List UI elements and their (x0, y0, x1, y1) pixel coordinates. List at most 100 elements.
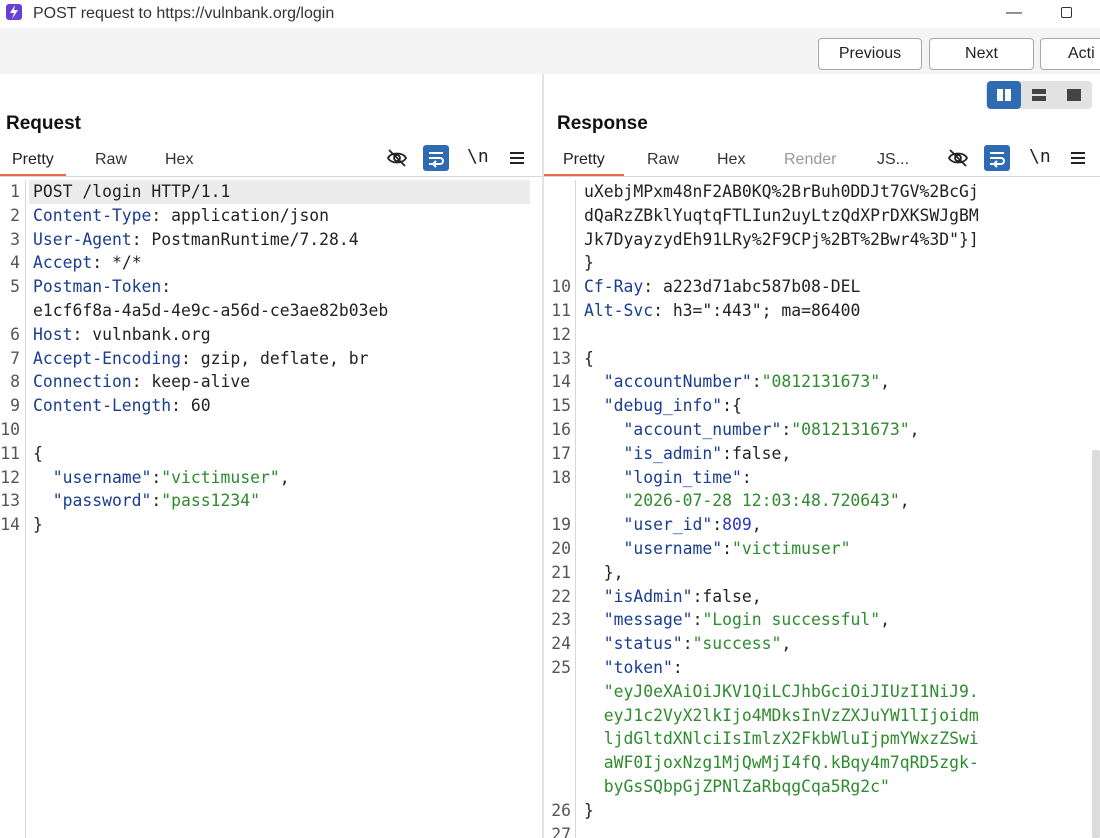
line-number (544, 680, 571, 704)
line-number (544, 775, 571, 799)
newline-toggle[interactable]: \n (1029, 146, 1051, 167)
word-wrap-icon[interactable] (423, 145, 449, 171)
hide-eye-icon[interactable] (384, 145, 410, 171)
request-tab-hex[interactable]: Hex (165, 147, 193, 177)
code-token: eyJ1c2VyX2lkIjo4MDksInVzZXJuYW1lIjoidm (584, 706, 979, 725)
code-token: "0812131673" (761, 372, 881, 391)
code-line: eyJ1c2VyX2lkIjo4MDksInVzZXJuYW1lIjoidm (584, 704, 979, 728)
line-number (544, 251, 571, 275)
code-token: "token" (584, 658, 673, 677)
line-number (544, 204, 571, 228)
code-token: "accountNumber" (584, 372, 752, 391)
response-editor[interactable]: uXebjMPxm48nF2AB0KQ%2BrBuh0DDJt7GV%2BcGj… (544, 180, 1100, 838)
code-token: aWF0IjoxNzg1MjQwMjI4fQ.kBqy4m7qRD5zgk- (584, 753, 979, 772)
code-token: : (151, 468, 162, 487)
response-tab-hex[interactable]: Hex (717, 147, 745, 177)
code-token: }, (584, 563, 624, 582)
code-token: POST /login HTTP/1.1 (33, 182, 231, 201)
code-line: "message":"Login successful", (584, 608, 890, 632)
line-number: 10 (0, 420, 20, 439)
code-line: } (584, 251, 594, 275)
single-pane-icon[interactable] (1057, 81, 1091, 109)
code-line: "token": (584, 656, 683, 680)
code-token: : (161, 277, 172, 296)
code-token: Postman-Token (33, 277, 162, 296)
request-editor[interactable]: 1 POST /login HTTP/1.1 2 Content-Type: appl… (0, 180, 542, 838)
code-token: , (909, 420, 920, 439)
response-title: Response (557, 113, 648, 134)
code-token: : 60 (171, 396, 211, 415)
code-token: Connection (33, 372, 132, 391)
code-line: Content-Type: application/json (33, 204, 329, 228)
code-line: "isAdmin":false, (584, 585, 762, 609)
code-token: : (672, 658, 683, 677)
action-button[interactable]: Acti (1040, 38, 1100, 70)
code-token: : (151, 491, 162, 510)
layout-toggle (986, 81, 1092, 109)
line-number: 9 (10, 396, 20, 415)
toolbar: Previous Next Acti (0, 28, 1100, 74)
line-number: 5 (10, 277, 20, 296)
split-rows-icon[interactable] (1022, 81, 1056, 109)
request-tab-raw[interactable]: Raw (95, 147, 127, 177)
response-tab-raw[interactable]: Raw (647, 147, 679, 177)
code-token: , (880, 372, 890, 391)
code-token: Accept (33, 253, 93, 272)
menu-icon[interactable] (504, 145, 530, 171)
line-number: 14 (0, 515, 20, 534)
line-number: 18 (551, 468, 571, 487)
response-tab-render[interactable]: Render (784, 147, 836, 177)
lightning-icon (6, 4, 22, 20)
window-title: POST request to https://vulnbank.org/log… (33, 5, 335, 22)
code-token: Alt-Svc (584, 301, 654, 320)
code-line: { (33, 442, 43, 466)
response-tab-pretty[interactable]: Pretty (544, 147, 624, 177)
line-number: 11 (551, 301, 571, 320)
code-line: Accept: */* (33, 251, 142, 275)
title-bar: POST request to https://vulnbank.org/log… (0, 0, 1100, 28)
newline-toggle[interactable]: \n (467, 146, 489, 167)
line-number (0, 299, 20, 323)
line-number: 25 (551, 658, 571, 677)
line-number (544, 180, 571, 204)
code-token: e1cf6f8a-4a5d-4e9c-a56d-ce3ae82b03eb (33, 301, 389, 320)
response-scrollbar[interactable] (1092, 450, 1100, 838)
line-number: 21 (551, 563, 571, 582)
code-token: , (751, 515, 762, 534)
code-line: dQaRzZBklYuqtqFTLIun2uyLtzQdXPrDXKSWJgBM (584, 204, 979, 228)
response-tab-js[interactable]: JS... (877, 147, 909, 177)
line-number: 15 (551, 396, 571, 415)
code-token: : (722, 539, 733, 558)
line-number: 19 (551, 515, 571, 534)
request-tab-pretty[interactable]: Pretty (0, 147, 66, 177)
previous-button[interactable]: Previous (818, 38, 922, 70)
code-token: byGsSQbpGjZPNlZaRbqgCqa5Rg2c" (584, 777, 890, 796)
code-token: { (33, 444, 43, 463)
code-line: Cf-Ray: a223d71abc587b08-DEL (584, 275, 860, 299)
line-number: 11 (0, 444, 20, 463)
code-line: aWF0IjoxNzg1MjQwMjI4fQ.kBqy4m7qRD5zgk- (584, 751, 979, 775)
code-token: : (682, 634, 693, 653)
line-number: 24 (551, 634, 571, 653)
line-number (544, 228, 571, 252)
line-number (544, 751, 571, 775)
line-number: 13 (0, 491, 20, 510)
code-token: : (712, 515, 723, 534)
minimize-button[interactable]: — (994, 2, 1034, 26)
code-token: "isAdmin" (584, 587, 693, 606)
hide-eye-icon[interactable] (945, 145, 971, 171)
menu-icon[interactable] (1065, 145, 1091, 171)
code-token: "pass1234" (161, 491, 260, 510)
line-number: 12 (551, 325, 571, 344)
code-token: uXebjMPxm48nF2AB0KQ%2BrBuh0DDJt7GV%2BcGj (584, 182, 979, 201)
split-columns-icon[interactable] (987, 81, 1021, 109)
code-line: }, (584, 561, 624, 585)
code-token: : a223d71abc587b08-DEL (643, 277, 861, 296)
next-button[interactable]: Next (929, 38, 1034, 70)
code-token: "account_number" (584, 420, 782, 439)
code-line: User-Agent: PostmanRuntime/7.28.4 (33, 228, 359, 252)
maximize-button[interactable] (1046, 2, 1086, 26)
word-wrap-icon[interactable] (984, 145, 1010, 171)
code-line: "username":"victimuser" (584, 537, 850, 561)
line-number: 26 (551, 801, 571, 820)
